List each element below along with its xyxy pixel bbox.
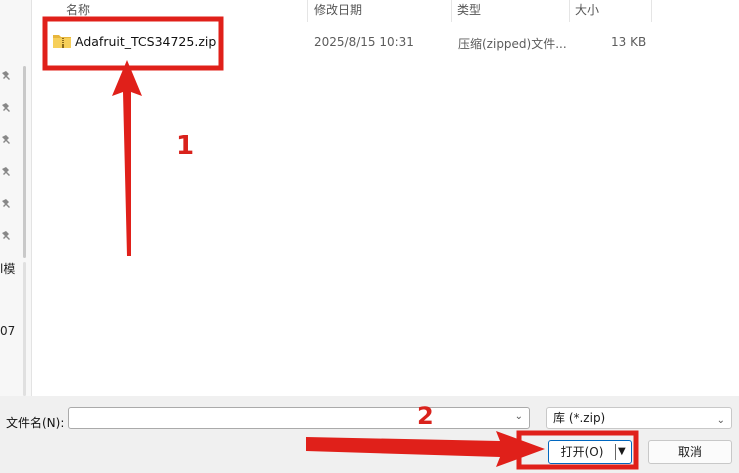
file-row[interactable]: Adafruit_TCS34725.zip 2025/8/15 10:31 压缩… [42, 27, 674, 57]
nav-item-label[interactable]: l模 [0, 260, 15, 277]
file-modified: 2025/8/15 10:31 [314, 35, 414, 49]
zip-folder-icon [53, 35, 71, 48]
filename-input[interactable]: ⌄ [68, 407, 530, 429]
column-divider[interactable] [307, 0, 308, 22]
file-list: 名称 修改日期 类型 大小 Adafruit_TCS34725.zip 2025… [32, 0, 739, 396]
open-button-label: 打开(O) [560, 445, 604, 459]
pin-icon[interactable] [0, 102, 14, 114]
column-divider[interactable] [451, 0, 452, 22]
pin-icon[interactable] [0, 134, 14, 146]
column-header-modified[interactable]: 修改日期 [314, 0, 362, 22]
column-header-size[interactable]: 大小 [575, 0, 599, 22]
file-name: Adafruit_TCS34725.zip [75, 34, 217, 49]
cancel-button[interactable]: 取消 [648, 440, 732, 464]
column-divider[interactable] [651, 0, 652, 22]
split-divider [615, 444, 616, 460]
filename-label: 文件名(N): [6, 416, 65, 430]
nav-scrollbar-track[interactable] [23, 262, 26, 396]
pin-icon[interactable] [0, 198, 14, 210]
step-number-2: 2 [417, 402, 434, 430]
dialog-footer: 文件名(N): ⌄ 库 (*.zip) ⌄ 打开(O) ▼ 取消 [0, 396, 739, 473]
file-type: 压缩(zipped)文件... [458, 37, 567, 51]
nav-scrollbar-thumb[interactable] [23, 66, 26, 258]
column-header-name[interactable]: 名称 [66, 0, 90, 22]
chevron-down-icon[interactable]: ⌄ [515, 411, 523, 422]
open-button[interactable]: 打开(O) ▼ [548, 440, 632, 464]
pin-icon[interactable] [0, 230, 14, 242]
pin-icon[interactable] [0, 70, 14, 82]
file-type-filter[interactable]: 库 (*.zip) ⌄ [546, 407, 732, 429]
file-size: 13 KB [611, 35, 647, 49]
dropdown-arrow-icon[interactable]: ▼ [618, 441, 626, 463]
chevron-down-icon[interactable]: ⌄ [717, 411, 725, 431]
nav-item-label[interactable]: 07 [0, 324, 15, 338]
filter-value: 库 (*.zip) [553, 411, 606, 425]
column-header-type[interactable]: 类型 [457, 0, 481, 22]
column-divider[interactable] [569, 0, 570, 22]
navigation-pane: l模 07 [0, 0, 32, 396]
step-number-1: 1 [176, 131, 195, 161]
pin-icon[interactable] [0, 166, 14, 178]
